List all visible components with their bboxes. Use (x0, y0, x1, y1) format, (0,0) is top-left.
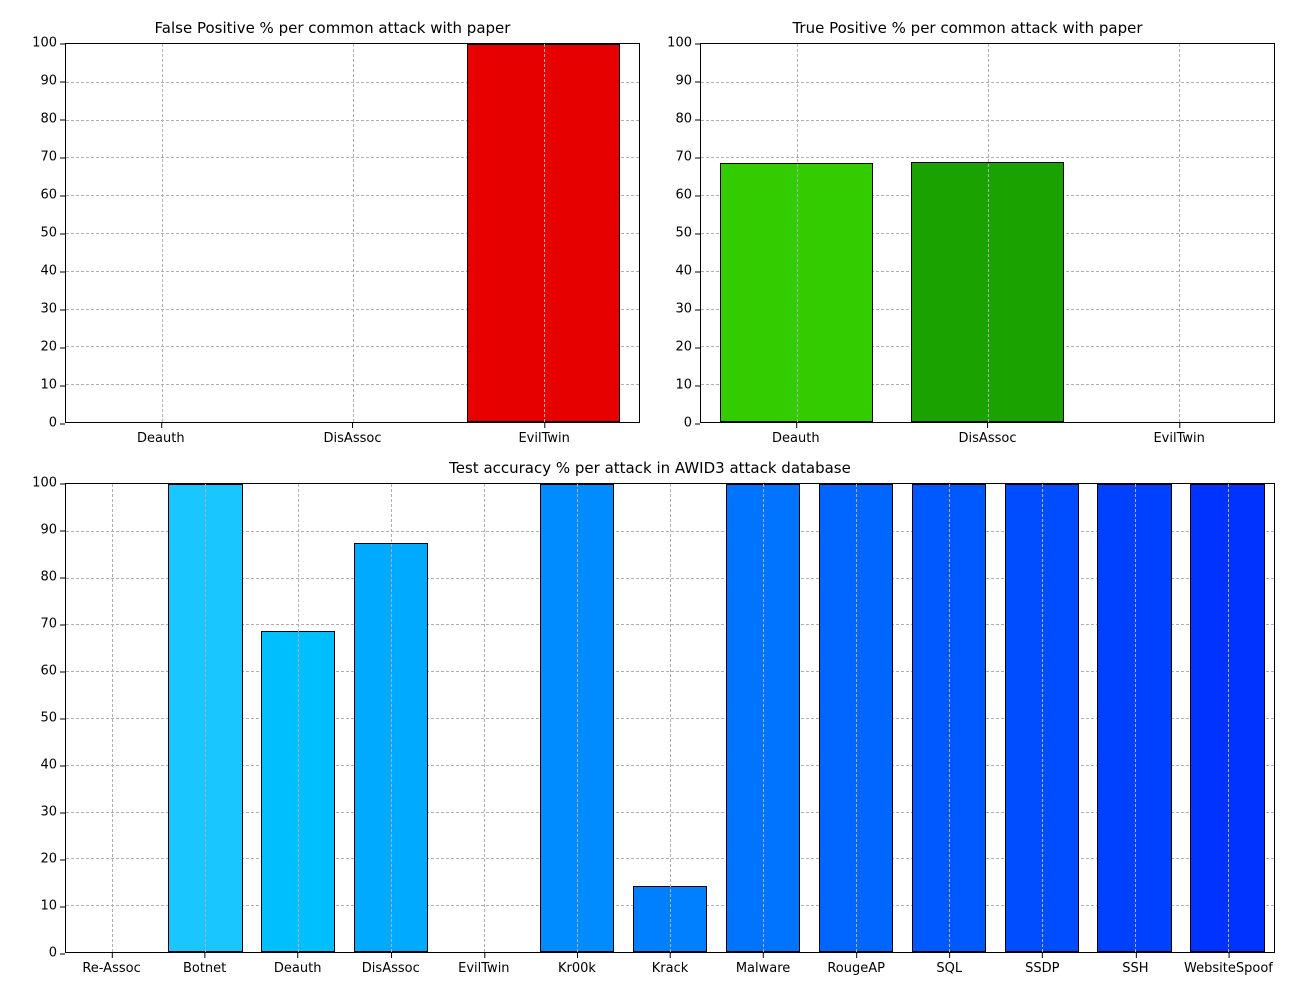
y-tick-label: 50 (40, 711, 65, 726)
y-tick-label: 90 (675, 74, 700, 89)
x-tick-label: EvilTwin (458, 953, 509, 976)
x-tick-label: Botnet (183, 953, 226, 976)
y-tick-label: 0 (684, 416, 700, 431)
x-tick-label: DisAssoc (362, 953, 420, 976)
y-tick-label: 20 (40, 852, 65, 867)
x-tick-label: Deauth (274, 953, 322, 976)
y-tick-label: 0 (49, 946, 65, 961)
accuracy-panel: Test accuracy % per attack in AWID3 atta… (15, 455, 1285, 985)
y-tick-label: 50 (675, 226, 700, 241)
y-tick-label: 40 (40, 264, 65, 279)
y-tick-label: 20 (675, 340, 700, 355)
x-tick-label: Re-Assoc (82, 953, 140, 976)
x-tick-label: SQL (936, 953, 962, 976)
y-tick-label: 100 (32, 36, 65, 51)
y-tick-label: 10 (40, 899, 65, 914)
y-tick-label: 90 (40, 74, 65, 89)
y-tick-label: 80 (40, 570, 65, 585)
chart-title: False Positive % per common attack with … (15, 19, 650, 37)
y-tick-label: 40 (675, 264, 700, 279)
y-tick-label: 20 (40, 340, 65, 355)
y-tick-label: 70 (675, 150, 700, 165)
x-tick-label: WebsiteSpoof (1184, 953, 1273, 976)
x-tick-label: EvilTwin (518, 423, 569, 446)
bottom-row: Test accuracy % per attack in AWID3 atta… (15, 455, 1285, 985)
y-tick-label: 40 (40, 758, 65, 773)
true-positive-panel: True Positive % per common attack with p… (650, 15, 1285, 455)
y-tick-label: 10 (40, 378, 65, 393)
x-tick-label: EvilTwin (1153, 423, 1204, 446)
y-tick-label: 80 (40, 112, 65, 127)
x-tick-label: DisAssoc (324, 423, 382, 446)
x-tick-label: DisAssoc (959, 423, 1017, 446)
figure: False Positive % per common attack with … (15, 15, 1285, 985)
plot-area-tp: 0102030405060708090100DeauthDisAssocEvil… (700, 43, 1275, 423)
x-tick-label: Malware (736, 953, 790, 976)
y-tick-label: 50 (40, 226, 65, 241)
false-positive-panel: False Positive % per common attack with … (15, 15, 650, 455)
y-tick-label: 70 (40, 617, 65, 632)
plot-area-fp: 0102030405060708090100DeauthDisAssocEvil… (65, 43, 640, 423)
y-tick-label: 30 (40, 805, 65, 820)
x-tick-label: SSH (1122, 953, 1148, 976)
x-tick-label: RougeAP (827, 953, 885, 976)
y-tick-label: 30 (40, 302, 65, 317)
y-tick-label: 0 (49, 416, 65, 431)
chart-title: True Positive % per common attack with p… (650, 19, 1285, 37)
y-tick-label: 80 (675, 112, 700, 127)
y-tick-label: 70 (40, 150, 65, 165)
y-tick-label: 60 (675, 188, 700, 203)
y-tick-label: 10 (675, 378, 700, 393)
x-tick-label: Deauth (772, 423, 820, 446)
x-tick-label: Deauth (137, 423, 185, 446)
x-tick-label: Kr00k (558, 953, 596, 976)
y-tick-label: 100 (32, 476, 65, 491)
y-tick-label: 60 (40, 188, 65, 203)
y-tick-label: 90 (40, 523, 65, 538)
y-tick-label: 60 (40, 664, 65, 679)
x-tick-label: Krack (652, 953, 689, 976)
y-tick-label: 30 (675, 302, 700, 317)
y-tick-label: 100 (667, 36, 700, 51)
chart-title: Test accuracy % per attack in AWID3 atta… (15, 459, 1285, 477)
plot-area-acc: 0102030405060708090100Re-AssocBotnetDeau… (65, 483, 1275, 953)
x-tick-label: SSDP (1025, 953, 1059, 976)
top-row: False Positive % per common attack with … (15, 15, 1285, 455)
